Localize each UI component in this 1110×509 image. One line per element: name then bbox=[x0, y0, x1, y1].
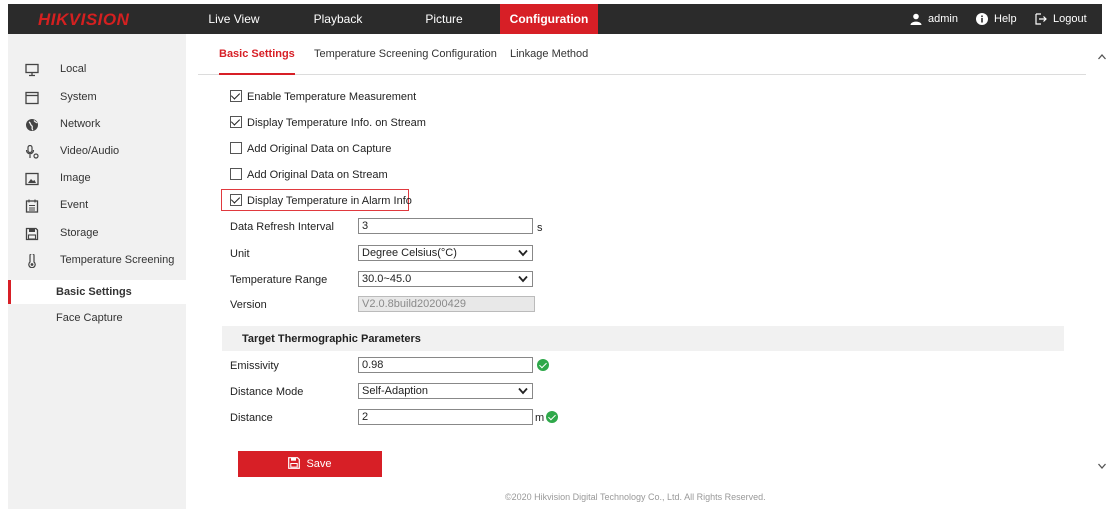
logout-icon bbox=[1035, 13, 1047, 25]
checkbox-box[interactable] bbox=[230, 142, 242, 154]
monitor-icon bbox=[25, 63, 39, 77]
display-temperature-info-checkbox[interactable]: Display Temperature Info. on Stream bbox=[230, 115, 426, 131]
tab-temperature-screening-configuration[interactable]: Temperature Screening Configuration bbox=[314, 48, 497, 73]
username: admin bbox=[928, 13, 958, 25]
data-refresh-interval-label: Data Refresh Interval bbox=[230, 221, 334, 233]
sidebar: Local System Network Video/Audio Image E… bbox=[8, 34, 186, 509]
version-field: V2.0.8build20200429 bbox=[358, 296, 535, 312]
top-navigation-bar: HIKVISION Live View Playback Picture Con… bbox=[8, 4, 1102, 34]
distance-mode-label: Distance Mode bbox=[230, 386, 304, 398]
help-button[interactable]: Help bbox=[976, 4, 1017, 34]
sidebar-subitem-face-capture[interactable]: Face Capture bbox=[8, 306, 186, 330]
sidebar-item-label: Network bbox=[60, 118, 101, 130]
sidebar-item-network[interactable]: Network bbox=[8, 111, 186, 138]
logout-button[interactable]: Logout bbox=[1035, 4, 1087, 34]
storage-icon bbox=[25, 227, 39, 241]
sidebar-item-label: System bbox=[60, 91, 97, 103]
save-label: Save bbox=[306, 458, 332, 470]
nav-playback[interactable]: Playback bbox=[306, 4, 370, 34]
scroll-down-arrow[interactable] bbox=[1097, 461, 1107, 471]
temperature-range-label: Temperature Range bbox=[230, 274, 328, 286]
user-icon bbox=[910, 13, 922, 26]
sidebar-subitem-label: Face Capture bbox=[56, 312, 123, 324]
sidebar-subitem-basic-settings[interactable]: Basic Settings bbox=[8, 280, 186, 304]
add-original-data-capture-checkbox[interactable]: Add Original Data on Capture bbox=[230, 141, 391, 157]
system-icon bbox=[25, 91, 39, 105]
unit-select[interactable]: Degree Celsius(°C) bbox=[358, 245, 533, 261]
emissivity-input[interactable]: 0.98 bbox=[358, 357, 533, 373]
chevron-down-icon bbox=[518, 275, 528, 283]
tab-basic-settings[interactable]: Basic Settings bbox=[219, 48, 295, 75]
select-value: 30.0~45.0 bbox=[362, 273, 412, 285]
enable-temperature-measurement-checkbox[interactable]: Enable Temperature Measurement bbox=[230, 89, 416, 105]
select-value: Degree Celsius(°C) bbox=[362, 247, 457, 259]
nav-configuration[interactable]: Configuration bbox=[500, 4, 598, 34]
chevron-down-icon bbox=[518, 387, 528, 395]
thermometer-icon bbox=[28, 254, 36, 268]
microphone-icon bbox=[25, 145, 39, 159]
distance-label: Distance bbox=[230, 412, 273, 424]
logout-label: Logout bbox=[1053, 13, 1087, 25]
add-original-data-stream-checkbox[interactable]: Add Original Data on Stream bbox=[230, 167, 388, 183]
sidebar-item-system[interactable]: System bbox=[8, 84, 186, 111]
sidebar-item-event[interactable]: Event bbox=[8, 192, 186, 219]
sidebar-subitem-label: Basic Settings bbox=[56, 286, 132, 298]
chevron-down-icon bbox=[518, 249, 528, 257]
unit-label: Unit bbox=[230, 248, 250, 260]
temperature-range-select[interactable]: 30.0~45.0 bbox=[358, 271, 533, 287]
hikvision-logo: HIKVISION bbox=[38, 10, 130, 29]
save-button[interactable]: Save bbox=[238, 451, 382, 477]
sidebar-item-local[interactable]: Local bbox=[8, 56, 186, 83]
checkbox-label: Add Original Data on Stream bbox=[247, 169, 388, 181]
user-menu-admin[interactable]: admin bbox=[910, 4, 958, 34]
distance-input[interactable]: 2 bbox=[358, 409, 533, 425]
sidebar-item-temperature-screening[interactable]: Temperature Screening bbox=[8, 247, 186, 274]
calendar-icon bbox=[25, 199, 39, 213]
data-refresh-interval-select[interactable]: 3 bbox=[358, 218, 533, 234]
sidebar-item-label: Image bbox=[60, 172, 91, 184]
seconds-unit: s bbox=[537, 222, 543, 234]
scroll-up-arrow[interactable] bbox=[1097, 52, 1107, 62]
select-value: 3 bbox=[362, 220, 369, 232]
nav-picture[interactable]: Picture bbox=[416, 4, 472, 34]
checkbox-label: Display Temperature in Alarm Info bbox=[247, 195, 412, 207]
sidebar-item-image[interactable]: Image bbox=[8, 165, 186, 192]
checkbox-label: Enable Temperature Measurement bbox=[247, 91, 417, 103]
distance-mode-select[interactable]: Self-Adaption bbox=[358, 383, 533, 399]
valid-check-icon bbox=[537, 359, 549, 371]
checkbox-box[interactable] bbox=[230, 194, 242, 206]
settings-tabs: Basic Settings Temperature Screening Con… bbox=[198, 38, 1086, 75]
emissivity-label: Emissivity bbox=[230, 360, 279, 372]
checkbox-label: Add Original Data on Capture bbox=[247, 143, 392, 155]
valid-check-icon bbox=[546, 411, 558, 423]
display-temperature-alarm-info-checkbox[interactable]: Display Temperature in Alarm Info bbox=[230, 193, 412, 209]
globe-icon bbox=[26, 119, 38, 131]
floppy-disk-icon bbox=[288, 457, 301, 469]
sidebar-item-label: Local bbox=[60, 63, 87, 75]
sidebar-item-video-audio[interactable]: Video/Audio bbox=[8, 138, 186, 165]
section-title: Target Thermographic Parameters bbox=[242, 333, 421, 345]
nav-live-view[interactable]: Live View bbox=[204, 4, 264, 34]
help-label: Help bbox=[994, 13, 1017, 25]
version-label: Version bbox=[230, 299, 267, 311]
sidebar-item-label: Temperature Screening bbox=[60, 254, 175, 266]
tab-linkage-method[interactable]: Linkage Method bbox=[510, 48, 588, 73]
image-icon bbox=[25, 172, 39, 186]
meters-unit: m bbox=[535, 412, 545, 424]
checkbox-box[interactable] bbox=[230, 90, 242, 102]
copyright-footer: ©2020 Hikvision Digital Technology Co., … bbox=[505, 492, 766, 502]
sidebar-item-label: Storage bbox=[60, 227, 99, 239]
select-value: Self-Adaption bbox=[362, 385, 429, 397]
active-indicator bbox=[8, 280, 11, 304]
sidebar-item-label: Video/Audio bbox=[60, 145, 120, 157]
sidebar-item-storage[interactable]: Storage bbox=[8, 220, 186, 247]
sidebar-item-label: Event bbox=[60, 199, 89, 211]
checkbox-label: Display Temperature Info. on Stream bbox=[247, 117, 426, 129]
checkbox-box[interactable] bbox=[230, 168, 242, 180]
checkbox-box[interactable] bbox=[230, 116, 242, 128]
info-icon bbox=[976, 13, 988, 26]
thermographic-section-header: Target Thermographic Parameters bbox=[222, 326, 1064, 351]
